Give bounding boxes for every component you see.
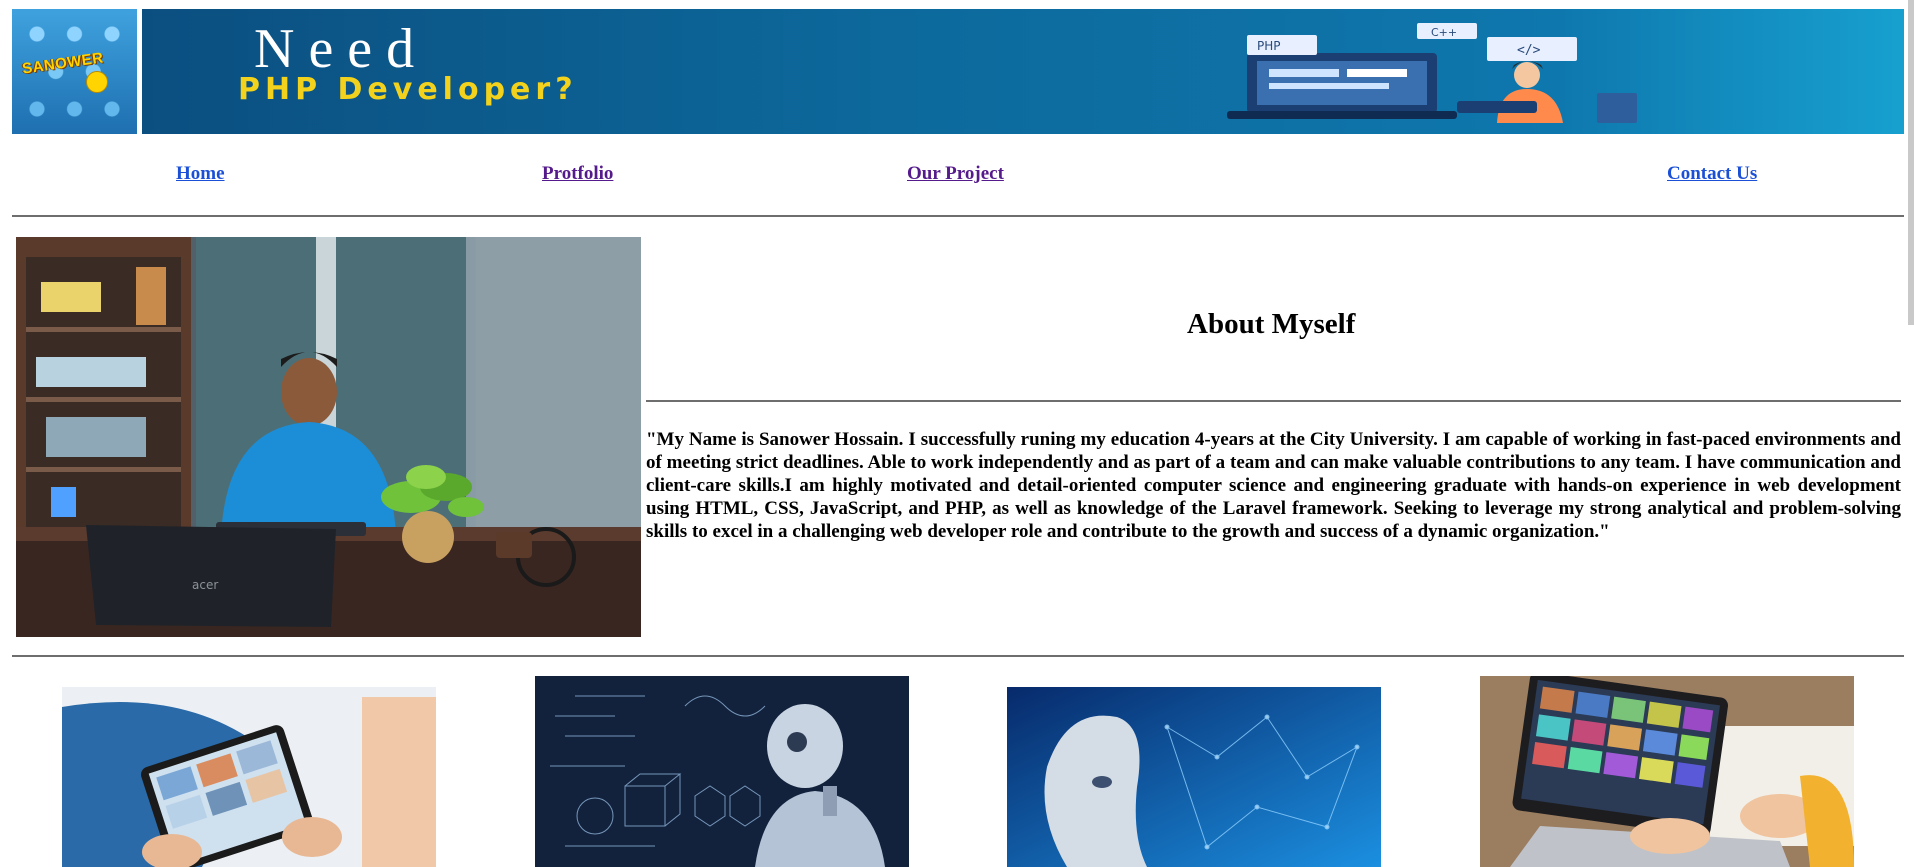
page-scrollbar[interactable]	[1908, 0, 1914, 325]
ai-robot-illustration	[535, 676, 909, 867]
profile-photo: acer	[16, 237, 641, 637]
developer-illustration: PHP C++ </>	[1227, 23, 1637, 123]
nav-contact-link[interactable]: Contact Us	[1667, 163, 1757, 185]
gallery-image-tablet	[62, 687, 436, 867]
banner-headline: Need	[254, 18, 429, 80]
nav-home-link[interactable]: Home	[176, 163, 225, 185]
banner-subheadline: PHP Developer?	[238, 72, 578, 107]
page: SANOWER Need PHP Developer? PHP C++ </>	[0, 0, 1914, 867]
about-text: "My Name is Sanower Hossain. I successfu…	[646, 429, 1901, 542]
gallery-image-ai-face	[1007, 687, 1381, 867]
banner-tag-cpp: C++	[1431, 26, 1457, 39]
nav-divider	[12, 215, 1904, 217]
banner-tag-php: PHP	[1257, 39, 1281, 53]
about-divider	[646, 400, 1901, 402]
gallery-image-laptop-video	[1480, 676, 1854, 867]
about-title: About Myself	[1187, 308, 1356, 340]
nav-project-link[interactable]: Our Project	[907, 163, 1004, 185]
smiley-icon	[86, 71, 108, 93]
gallery-image-ai-robot	[535, 676, 909, 867]
ai-face-illustration	[1007, 687, 1381, 867]
section-divider	[12, 655, 1904, 657]
header-banner: Need PHP Developer? PHP C++ </>	[142, 9, 1904, 134]
nav-portfolio-link[interactable]: Protfolio	[542, 163, 613, 185]
profile-photo-illustration: acer	[16, 237, 641, 637]
laptop-brand: acer	[192, 578, 218, 592]
banner-tag-code: </>	[1517, 43, 1541, 58]
site-logo[interactable]: SANOWER	[12, 9, 137, 134]
laptop-video-illustration	[1480, 676, 1854, 867]
tablet-illustration	[62, 687, 436, 867]
